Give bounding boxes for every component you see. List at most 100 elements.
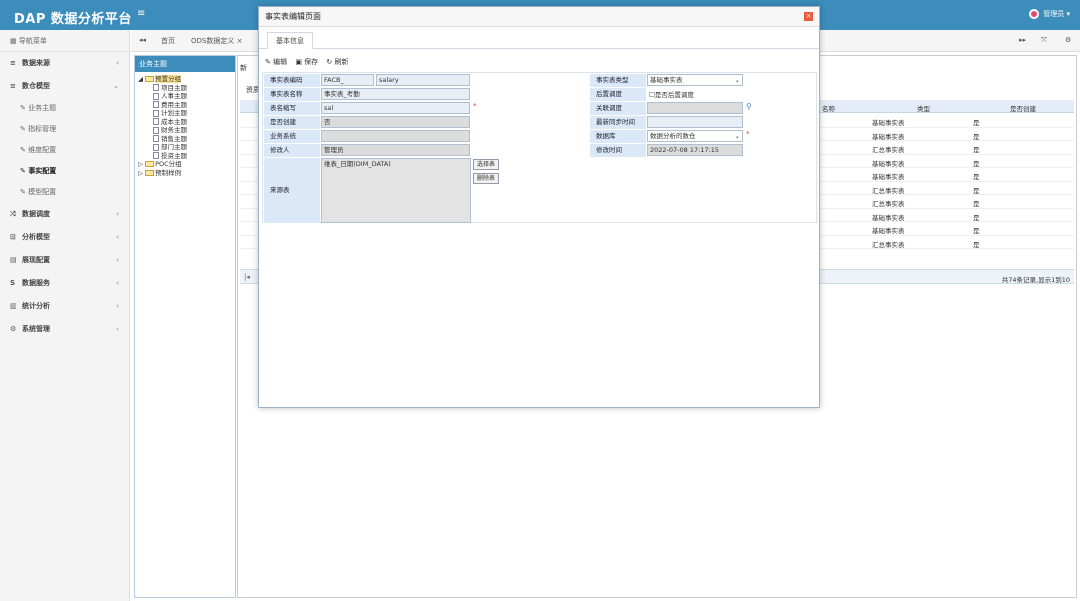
sidebar-item-system[interactable]: ⚙ 系统管理 ‹ [0,318,129,341]
search-icon[interactable]: ⚲ [746,102,752,111]
sidebar-sub-dimensions[interactable]: ✎ 维度配置 [0,140,129,161]
grid-icon: ▦ [10,37,19,45]
document-icon [153,92,159,100]
collapse-icon: ▷ [138,168,146,177]
dialog-title: 事实表编辑页面 [259,7,819,27]
pager-first-icon[interactable]: |◂ [244,273,250,281]
sidebar-sub-business-topic[interactable]: ✎ 业务主题 [0,98,129,119]
chevron-left-icon: ‹ [116,210,119,218]
user-name: 管理员 ▾ [1043,10,1070,18]
db-select[interactable]: 数据分析的数仓 ⌄ [647,130,743,142]
cell-type: 基础事实表 [872,132,905,141]
tree-node-poc[interactable]: ▷ POC分组 [138,160,235,169]
cell-type: 基础事实表 [872,213,905,222]
delay-checkbox[interactable]: ☐是否后置调度 [649,89,694,99]
tab-basic-info[interactable]: 基本信息 [267,32,313,49]
document-icon [153,152,159,159]
pen-icon: ✎ [20,104,29,112]
tree-node-sample[interactable]: ▷ 预制样例 [138,169,235,178]
chevron-left-icon: ‹ [116,302,119,310]
tree-node-topic[interactable]: 销售主题 [153,135,235,144]
sidebar-item-dw-model[interactable]: ≡ 数仓模型 ⌄ [0,75,129,98]
pen-icon: ✎ [20,146,29,154]
edit-button[interactable]: ✎ 编辑 [265,58,287,66]
name-field[interactable]: 事实表_考勤 [321,88,470,100]
tree-node-topic[interactable]: 项目主题 [153,84,235,93]
document-icon [153,118,159,125]
code-suffix-field[interactable]: salary [376,74,470,86]
list-icon: ≡ [10,82,16,90]
sidebar-item-data-source[interactable]: ≡ 数据来源 ‹ [0,52,129,75]
tree-node-topic[interactable]: 人事主题 [153,92,235,101]
bar-chart-icon: ▥ [10,302,17,310]
latest-field [647,116,743,128]
tree-node-topic[interactable]: 计划主题 [153,109,235,118]
tree-node-topic[interactable]: 成本主题 [153,118,235,127]
tab-ods[interactable]: ODS数据定义 × [191,36,242,46]
abbr-field[interactable]: sal [321,102,470,114]
code-prefix-field[interactable]: FACB_ [321,74,374,86]
cell-type: 汇总事实表 [872,200,905,208]
tree-node-topic[interactable]: 部门主题 [153,143,235,152]
sidebar-sub-metrics[interactable]: ✎ 指标管理 [0,119,129,140]
document-icon [153,143,159,151]
sidebar-item-statistics[interactable]: ▥ 统计分析 ‹ [0,295,129,318]
select-table-button[interactable]: 选择表 [473,159,500,170]
chevron-left-icon: ‹ [116,256,119,264]
cell-created: 是 [973,146,980,154]
cell-created: 是 [973,186,980,195]
refresh-button[interactable]: ↻ 刷新 [326,58,348,66]
assoc-field[interactable] [647,102,743,114]
label-mtime: 修改时间 [590,144,646,157]
expand-icon: ◢ [138,75,146,83]
close-icon[interactable]: × [804,12,813,21]
fullscreen-icon[interactable]: ⤧ [1041,36,1047,45]
sidebar: ▦ 导航菜单 ≡ 数据来源 ‹ ≡ 数仓模型 ⌄ ✎ 业务主题 ✎ 指标管理 ✎ 维度配… [0,30,130,601]
label-latest: 最新同步时间 [590,116,646,129]
tree-node-topic[interactable]: 费用主题 [153,101,235,110]
tree-header: 业务主题 [135,56,235,72]
menu-toggle-icon[interactable]: ≡ [137,8,145,19]
chevron-left-icon: ‹ [116,59,119,67]
tab-home[interactable]: 首页 [161,36,175,46]
label-name: 事实表名称 [264,88,320,101]
sidebar-sub-models[interactable]: ✎ 模型配置 [0,182,129,203]
cell-created: 是 [973,173,980,181]
document-icon [153,101,159,108]
modifier-field: 管理员 [321,144,470,156]
pen-icon: ✎ [20,188,29,196]
label-assoc: 关联调度 [590,102,646,115]
chevron-left-icon: ‹ [116,233,119,241]
cell-created: 是 [973,159,980,168]
nav-menu-header[interactable]: ▦ 导航菜单 [0,30,129,52]
tree-node-topic[interactable]: 财务主题 [153,126,235,135]
chevron-down-icon: ⌄ [734,132,740,140]
sidebar-item-display-config[interactable]: ▤ 展现配置 ‹ [0,249,129,272]
source-list[interactable]: 维表_日期(DIM_DATA) [321,158,471,223]
cell-created: 是 [973,240,980,249]
tab-scroll-right-icon[interactable]: ▸▸ [1019,36,1026,44]
sidebar-item-analysis-model[interactable]: ⊡ 分析模型 ‹ [0,226,129,249]
app-title: DAP 数据分析平台 [14,12,132,27]
gear-icon[interactable]: ⚙ [1065,36,1071,44]
tree-node-topic[interactable]: 投资主题 [153,152,235,161]
sidebar-item-scheduling[interactable]: ⤮ 数据调度 ‹ [0,203,129,226]
mtime-field: 2022-07-08 17:17:15 [647,144,743,156]
sidebar-sub-facts[interactable]: ✎ 事实配置 [0,161,129,182]
biz-field[interactable] [321,130,470,142]
cell-type: 汇总事实表 [872,146,905,154]
type-select[interactable]: 基础事实表 ⌄ [647,74,743,86]
document-icon [153,126,159,134]
tab-scroll-left-icon[interactable]: ◂◂ [139,36,146,44]
save-button[interactable]: ▣ 保存 [295,58,318,66]
chevron-left-icon: ‹ [116,279,119,287]
user-menu[interactable]: 管理员 ▾ [1029,9,1070,19]
document-icon [153,109,159,117]
delete-table-button[interactable]: 删除表 [473,173,500,184]
sidebar-item-data-service[interactable]: S 数据服务 ‹ [0,272,129,295]
new-button[interactable]: 新 [240,63,247,73]
document-icon [153,84,159,91]
folder-icon [145,76,155,82]
tree-node-preset[interactable]: ◢ 预置分组 [138,75,235,84]
cell-created: 是 [973,119,980,127]
